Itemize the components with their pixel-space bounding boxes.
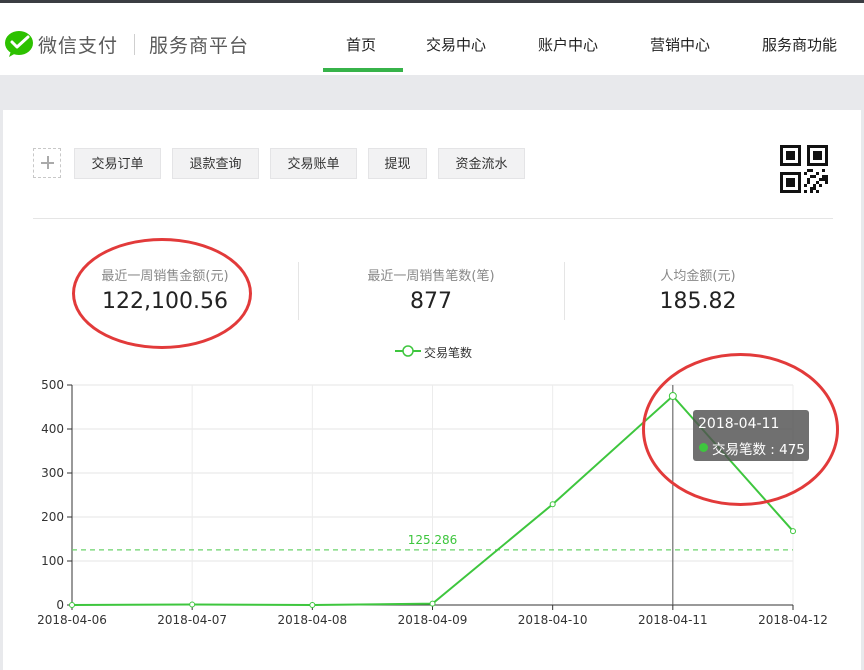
- y-tick-label: 500: [41, 378, 64, 392]
- y-tick-label: 100: [41, 554, 64, 568]
- data-point: [429, 600, 436, 607]
- y-tick-label: 200: [41, 510, 64, 524]
- x-tick-label: 2018-04-10: [518, 613, 588, 627]
- data-point: [69, 602, 75, 608]
- tooltip-series-dot: [699, 443, 708, 452]
- x-tick-label: 2018-04-08: [277, 613, 347, 627]
- x-tick-label: 2018-04-12: [758, 613, 828, 627]
- line-chart: 0 100 200 300 400 500 2018-04-06 2018-04-07 2018…: [37, 378, 828, 627]
- chart-tooltip: 2018-04-11 交易笔数 : 475: [693, 410, 809, 461]
- x-tick-label: 2018-04-11: [638, 613, 708, 627]
- x-tick-label: 2018-04-07: [157, 613, 227, 627]
- tooltip-date: 2018-04-11: [698, 416, 780, 432]
- tooltip-value: 交易笔数 : 475: [712, 442, 805, 458]
- y-tick-label: 300: [41, 466, 64, 480]
- average-line-label: 125.286: [408, 533, 458, 547]
- data-point: [549, 501, 556, 508]
- x-tick-label: 2018-04-06: [37, 613, 107, 627]
- data-point: [668, 392, 677, 400]
- y-tick-label: 0: [56, 598, 64, 612]
- y-tick-label: 400: [41, 422, 64, 436]
- data-point: [309, 602, 316, 608]
- x-tick-label: 2018-04-09: [398, 613, 468, 627]
- data-point: [790, 528, 796, 535]
- data-point: [189, 601, 196, 608]
